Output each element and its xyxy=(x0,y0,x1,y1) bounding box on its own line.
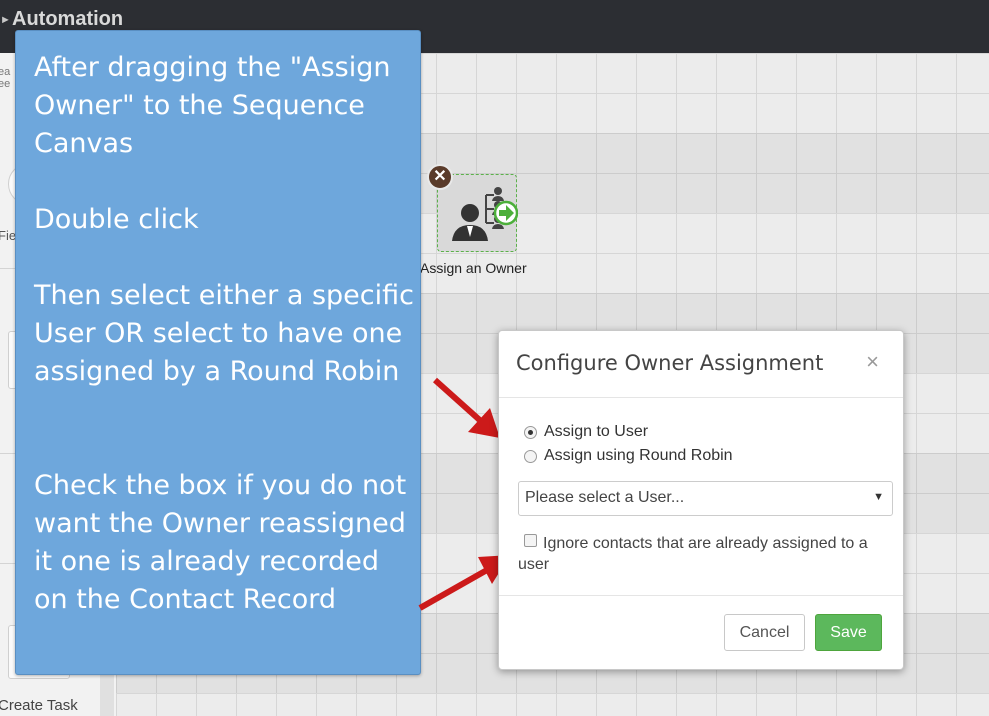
radio-assign-user[interactable]: Assign to User xyxy=(524,423,648,441)
select-value: Please select a User... xyxy=(525,489,685,506)
dropdown-arrow-icon[interactable]: ▼ xyxy=(873,491,884,503)
radio-label[interactable]: Assign using Round Robin xyxy=(544,447,733,465)
user-select[interactable]: Please select a User... ▼ xyxy=(518,481,893,516)
radio-button[interactable] xyxy=(524,449,537,463)
divider xyxy=(499,595,903,596)
radio-round-robin[interactable]: Assign using Round Robin xyxy=(524,447,733,465)
radio-button[interactable] xyxy=(524,425,537,439)
save-button[interactable]: Save xyxy=(815,614,882,651)
checkbox-label[interactable]: Ignore contacts that are already assigne… xyxy=(518,533,888,575)
dialog-title: Configure Owner Assignment xyxy=(516,351,824,375)
cancel-button[interactable]: Cancel xyxy=(724,614,805,651)
radio-label[interactable]: Assign to User xyxy=(544,423,648,441)
close-icon[interactable]: × xyxy=(866,349,879,375)
divider xyxy=(499,397,903,398)
configure-owner-dialog: Configure Owner Assignment × Assign to U… xyxy=(498,330,904,670)
